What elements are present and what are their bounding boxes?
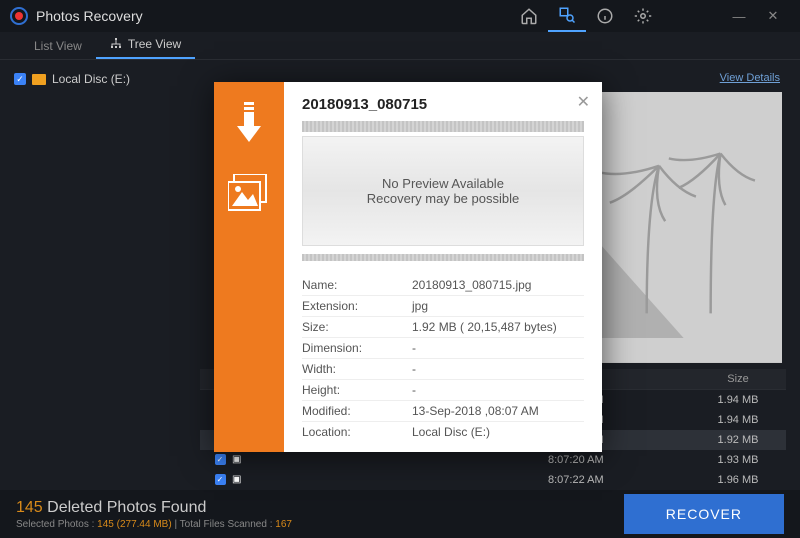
- minimize-button[interactable]: —: [722, 9, 756, 24]
- row-checkbox-icon[interactable]: ✓: [215, 454, 226, 465]
- footer: 145 Deleted Photos Found Selected Photos…: [0, 490, 800, 538]
- image-file-icon: ▣: [232, 454, 250, 465]
- modal-title: 20180913_080715: [302, 96, 584, 113]
- file-date: 8:07:22 AM: [548, 474, 698, 486]
- view-tabs: List View Tree View: [0, 32, 800, 60]
- tree-item-drive[interactable]: ✓ Local Disc (E:): [14, 72, 186, 86]
- table-row[interactable]: ✓ ▣ 8:07:20 AM1.93 MB: [200, 450, 786, 470]
- recover-button[interactable]: RECOVER: [624, 494, 784, 534]
- file-size: 1.96 MB: [698, 474, 778, 486]
- modal-close-button[interactable]: ✕: [577, 92, 590, 112]
- titlebar: Photos Recovery — ✕: [0, 0, 800, 32]
- modal-strip: [214, 82, 284, 452]
- rule-icon: [302, 121, 584, 132]
- file-size: 1.94 MB: [698, 414, 778, 426]
- file-metadata: Name:20180913_080715.jpg Extension:jpg S…: [302, 275, 584, 442]
- file-details-modal: 20180913_080715 ✕ No Preview Available R…: [214, 82, 602, 452]
- app-logo-icon: [10, 7, 28, 25]
- drive-label: Local Disc (E:): [52, 72, 130, 86]
- file-size: 1.93 MB: [698, 454, 778, 466]
- download-arrow-icon: [229, 100, 269, 150]
- rule-icon: [302, 254, 584, 261]
- deep-scan-button[interactable]: [548, 0, 586, 32]
- close-window-button[interactable]: ✕: [756, 8, 790, 24]
- no-preview-panel: No Preview Available Recovery may be pos…: [302, 136, 584, 246]
- tab-list-view[interactable]: List View: [20, 33, 96, 59]
- settings-button[interactable]: [624, 0, 662, 32]
- checkbox-icon[interactable]: ✓: [14, 73, 26, 85]
- file-size: 1.94 MB: [698, 394, 778, 406]
- home-button[interactable]: [510, 0, 548, 32]
- app-title: Photos Recovery: [36, 8, 143, 24]
- photos-icon: [228, 174, 270, 212]
- table-row[interactable]: ✓ ▣ 8:07:22 AM1.96 MB: [200, 470, 786, 490]
- info-button[interactable]: [586, 0, 624, 32]
- file-size: 1.92 MB: [698, 434, 778, 446]
- tab-tree-view[interactable]: Tree View: [96, 31, 195, 59]
- sidebar: ✓ Local Disc (E:): [0, 60, 200, 490]
- footer-stats: 145 Deleted Photos Found Selected Photos…: [16, 499, 624, 530]
- file-date: 8:07:20 AM: [548, 454, 698, 466]
- row-checkbox-icon[interactable]: ✓: [215, 474, 226, 485]
- image-file-icon: ▣: [232, 474, 250, 485]
- folder-icon: [32, 74, 46, 85]
